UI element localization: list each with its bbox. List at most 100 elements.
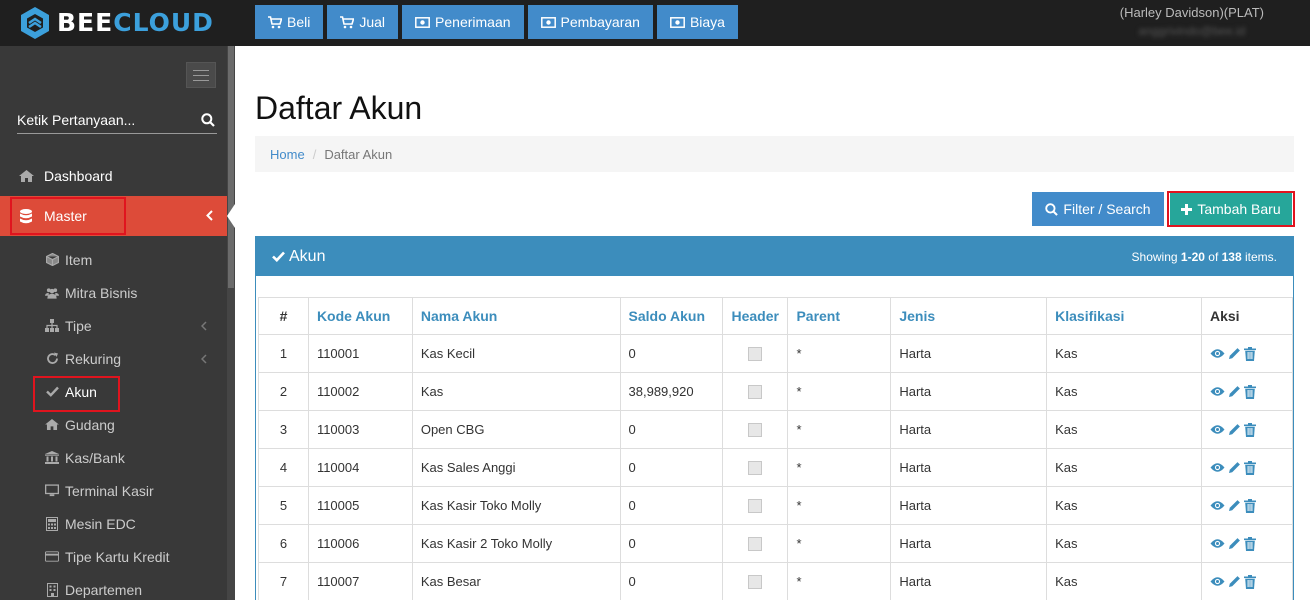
edit-icon[interactable] (1228, 499, 1241, 512)
home-icon (45, 419, 59, 430)
cell-jenis: Harta (890, 524, 1048, 563)
edit-icon[interactable] (1228, 575, 1241, 588)
panel-header: Akun Showing 1-20 of 138 items. (256, 237, 1293, 276)
cell-nama-akun: Kas (411, 372, 621, 411)
header-checkbox[interactable] (748, 461, 763, 476)
page-title: Daftar Akun (255, 90, 423, 126)
sidebar-item-dashboard[interactable]: Dashboard (0, 156, 227, 196)
biaya-button[interactable]: Biaya (656, 5, 738, 39)
delete-icon[interactable] (1243, 498, 1256, 513)
sidebar-item-akun[interactable]: Akun (0, 375, 227, 408)
sidebar-item-terminal-kasir[interactable]: Terminal Kasir (0, 474, 227, 507)
header-checkbox[interactable] (748, 347, 763, 362)
sidebar-toggle-button[interactable] (186, 62, 216, 88)
view-icon[interactable] (1210, 538, 1225, 549)
cell-aksi (1200, 524, 1294, 563)
view-icon[interactable] (1210, 576, 1225, 587)
view-icon[interactable] (1210, 500, 1225, 511)
delete-icon[interactable] (1243, 422, 1256, 437)
header-checkbox[interactable] (748, 423, 763, 438)
sidebar-item-item[interactable]: Item (0, 243, 227, 276)
sidebar-item-label: Rekuring (65, 350, 122, 367)
sidebar-item-tipe[interactable]: Tipe (0, 309, 227, 342)
sidebar-search-input[interactable] (17, 108, 192, 132)
cell-header (722, 448, 789, 487)
table-header-row: # Kode Akun Nama Akun Saldo Akun Header … (258, 297, 1294, 335)
chevron-left-icon (200, 318, 207, 334)
view-icon[interactable] (1210, 462, 1225, 473)
cell-parent: * (787, 486, 892, 525)
header-checkbox[interactable] (748, 499, 763, 514)
breadcrumb-home-link[interactable]: Home (270, 147, 305, 162)
cell-aksi (1200, 372, 1294, 411)
money-icon (669, 16, 685, 28)
header-checkbox[interactable] (748, 385, 763, 400)
sidebar-item-mitra-bisnis[interactable]: Mitra Bisnis (0, 276, 227, 309)
edit-icon[interactable] (1228, 537, 1241, 550)
filter-search-button[interactable]: Filter / Search (1032, 192, 1164, 226)
col-header-kode-akun[interactable]: Kode Akun (307, 297, 413, 335)
col-header-header[interactable]: Header (722, 297, 789, 335)
edit-icon[interactable] (1228, 385, 1241, 398)
sidebar-item-departemen[interactable]: Departemen (0, 573, 227, 600)
sidebar-item-label: Tipe (65, 317, 92, 334)
col-header-nama-akun[interactable]: Nama Akun (411, 297, 621, 335)
sidebar-item-label: Item (65, 251, 93, 268)
pembayaran-button[interactable]: Pembayaran (527, 5, 653, 39)
money-icon (540, 16, 556, 28)
plus-icon (1181, 203, 1193, 215)
cell-kode-akun: 110004 (307, 448, 413, 487)
view-icon[interactable] (1210, 424, 1225, 435)
delete-icon[interactable] (1243, 460, 1256, 475)
sidebar-scrollbar-thumb[interactable] (228, 46, 234, 288)
check-icon (272, 251, 285, 262)
penerimaan-button[interactable]: Penerimaan (402, 5, 524, 39)
pembayaran-label: Pembayaran (560, 14, 640, 30)
edit-icon[interactable] (1228, 423, 1241, 436)
cell-no: 4 (258, 448, 309, 487)
sidebar-item-master[interactable]: Master (0, 196, 227, 236)
cell-no: 6 (258, 524, 309, 563)
edit-icon[interactable] (1228, 347, 1241, 360)
col-header-klasifikasi[interactable]: Klasifikasi (1046, 297, 1202, 335)
cell-header (722, 410, 789, 449)
delete-icon[interactable] (1243, 384, 1256, 399)
col-header-jenis[interactable]: Jenis (890, 297, 1048, 335)
akun-table: # Kode Akun Nama Akun Saldo Akun Header … (258, 297, 1294, 600)
sidebar-item-label: Terminal Kasir (65, 482, 154, 499)
user-info[interactable]: (Harley Davidson)(PLAT) anggrivindo@bee.… (1120, 5, 1264, 39)
brand-logo[interactable]: BEECLOUD (20, 6, 214, 40)
cell-kode-akun: 110001 (307, 334, 413, 373)
header-checkbox[interactable] (748, 575, 763, 590)
delete-icon[interactable] (1243, 346, 1256, 361)
cube-icon (45, 253, 59, 266)
beli-button[interactable]: Beli (255, 5, 324, 39)
sidebar-item-rekuring[interactable]: Rekuring (0, 342, 227, 375)
sidebar-item-kas-bank[interactable]: Kas/Bank (0, 441, 227, 474)
delete-icon[interactable] (1243, 574, 1256, 589)
chevron-left-icon (200, 351, 207, 367)
col-header-saldo-akun[interactable]: Saldo Akun (619, 297, 724, 335)
database-icon (18, 208, 34, 224)
jual-button[interactable]: Jual (327, 5, 399, 39)
cell-parent: * (787, 372, 892, 411)
cell-klasifikasi: Kas (1046, 448, 1202, 487)
header-checkbox[interactable] (748, 537, 763, 552)
view-icon[interactable] (1210, 348, 1225, 359)
delete-icon[interactable] (1243, 536, 1256, 551)
users-icon (45, 287, 59, 299)
add-new-button[interactable]: Tambah Baru (1170, 193, 1292, 225)
col-header-parent[interactable]: Parent (787, 297, 892, 335)
edit-icon[interactable] (1228, 461, 1241, 474)
beli-label: Beli (287, 14, 311, 30)
hamburger-icon (193, 69, 209, 71)
cell-saldo-akun: 0 (619, 410, 724, 449)
brand-name: BEECLOUD (57, 8, 214, 37)
search-icon[interactable] (201, 113, 215, 130)
cell-klasifikasi: Kas (1046, 372, 1202, 411)
sidebar-item-tipe-kartu-kredit[interactable]: Tipe Kartu Kredit (0, 540, 227, 573)
sidebar-item-gudang[interactable]: Gudang (0, 408, 227, 441)
sidebar-scrollbar[interactable] (227, 46, 235, 600)
view-icon[interactable] (1210, 386, 1225, 397)
sidebar-item-mesin-edc[interactable]: Mesin EDC (0, 507, 227, 540)
